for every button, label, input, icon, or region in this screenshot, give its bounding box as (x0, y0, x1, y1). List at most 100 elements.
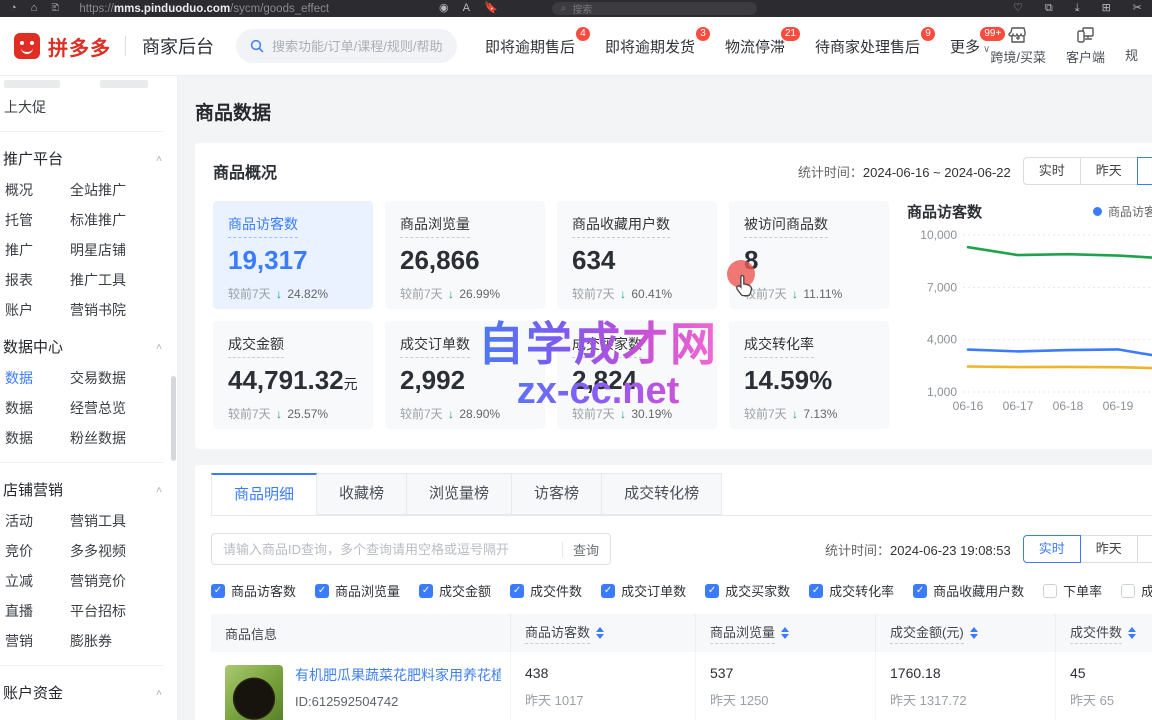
sidebar-item[interactable]: 营销 (0, 631, 70, 651)
sidebar-item[interactable]: 活动 (0, 511, 70, 531)
product-id-search[interactable]: 查询 (211, 533, 611, 565)
header-search[interactable] (236, 29, 457, 63)
sidebar-item-dacu[interactable]: 上大促 (0, 92, 177, 122)
sidebar-item[interactable]: 膨胀券 (70, 631, 177, 651)
download-icon[interactable]: ⤓ (1075, 3, 1080, 14)
metric-checkbox-6[interactable]: ✓成交买家数 (705, 581, 790, 600)
sidebar-item[interactable]: 明星店铺 (70, 240, 177, 260)
stat-card-1[interactable]: 商品访客数19,317较前7天 ↓ 24.82% (213, 201, 373, 309)
column-header-2[interactable]: 商品访客数 (511, 614, 696, 652)
chart-plot: 10,0007,0004,0001,00006-1606-1706-1806-1… (907, 222, 1152, 425)
nav-item-1[interactable]: 即将逾期售后4 (485, 36, 575, 57)
metric-checkbox-2[interactable]: ✓商品浏览量 (315, 581, 400, 600)
sidebar-item[interactable]: 平台招标 (70, 601, 177, 621)
sort-icon[interactable] (1128, 627, 1136, 639)
sidebar-item[interactable]: 全站推广 (70, 180, 177, 200)
tab-2[interactable]: 收藏榜 (317, 473, 407, 515)
column-header-3[interactable]: 商品浏览量 (696, 614, 876, 652)
sidebar-item[interactable]: 经营总览 (70, 398, 177, 418)
sidebar-item[interactable]: 推广 (0, 240, 70, 260)
browser-search[interactable]: ⌕搜索 (552, 2, 757, 15)
range-button-昨天[interactable]: 昨天 (1080, 535, 1138, 563)
stat-card-7[interactable]: 成交买家数2,824较前7天 ↓ 30.19% (557, 321, 717, 429)
sidebar-item[interactable]: 交易数据 (70, 368, 177, 388)
sidebar-item[interactable]: 竞价 (0, 541, 70, 561)
sort-icon[interactable] (970, 627, 978, 639)
stat-card-5[interactable]: 成交金额44,791.32元较前7天 ↓ 25.57% (213, 321, 373, 429)
sidebar-section-3[interactable]: 店铺营销∧ (0, 472, 177, 506)
sidebar-item[interactable]: 数据 (0, 428, 70, 448)
reader-icon[interactable]: A (463, 3, 470, 14)
tab-3[interactable]: 浏览量榜 (407, 473, 512, 515)
range-button-昨天[interactable]: 昨天 (1080, 157, 1138, 185)
product-id-input[interactable] (223, 542, 556, 557)
address-bar[interactable]: https://mms.pinduoduo.com/sycm/goods_eff… (79, 3, 329, 15)
nav-item-5[interactable]: 更多∨99+ (950, 36, 990, 57)
page-icon[interactable]: 🗈 (51, 3, 59, 14)
favorites-icon[interactable]: ♡ (1013, 3, 1023, 14)
stat-card-6[interactable]: 成交订单数2,992较前7天 ↓ 28.90% (385, 321, 545, 429)
sort-icon[interactable] (596, 627, 604, 639)
tab-4[interactable]: 访客榜 (512, 473, 602, 515)
sidebar-item[interactable]: 数据 (0, 368, 70, 388)
logo[interactable]: 拼多多 商家后台 (14, 32, 214, 61)
product-image[interactable] (225, 665, 283, 720)
sidebar-item[interactable]: 营销竞价 (70, 571, 177, 591)
more-tools-icon[interactable]: ✂ (1133, 3, 1142, 14)
sidebar-section-1[interactable]: 推广平台∧ (0, 141, 177, 175)
sidebar-item[interactable]: 数据 (0, 398, 70, 418)
metric-checkbox-8[interactable]: ✓商品收藏用户数 (913, 581, 1024, 600)
column-header-4[interactable]: 成交金额(元) (876, 614, 1056, 652)
sidebar-section-4[interactable]: 账户资金∧ (0, 675, 177, 709)
sidebar-item[interactable]: 直播 (0, 601, 70, 621)
down-arrow-icon: ↓ (448, 287, 454, 301)
sidebar: 上大促 推广平台∧ 概况全站推广托管标准推广推广明星店铺报表推广工具账户营销书院数… (0, 76, 178, 720)
tab-1[interactable]: 商品明细 (211, 473, 317, 515)
range-button-实时[interactable]: 实时 (1023, 157, 1081, 185)
home-icon[interactable]: ⌂ (31, 3, 38, 14)
range-button-实时[interactable]: 实时 (1023, 535, 1081, 563)
extension-icon[interactable]: ◉ (439, 3, 449, 14)
stat-card-3[interactable]: 商品收藏用户数634较前7天 ↓ 60.41% (557, 201, 717, 309)
sidebar-item[interactable]: 营销工具 (70, 511, 177, 531)
sort-icon[interactable] (781, 627, 789, 639)
metric-checkbox-4[interactable]: ✓成交件数 (510, 581, 582, 600)
tab-5[interactable]: 成交转化榜 (602, 473, 722, 515)
sidebar-item[interactable]: 托管 (0, 210, 70, 230)
query-button[interactable]: 查询 (573, 540, 599, 559)
quick-link-2[interactable]: 客户端 (1066, 26, 1105, 66)
sidebar-item[interactable]: 立减 (0, 571, 70, 591)
sidebar-item[interactable]: 粉丝数据 (70, 428, 177, 448)
sidebar-item[interactable]: 报表 (0, 270, 70, 290)
product-title-link[interactable]: 有机肥瓜果蔬菜花肥料家用养花植... (295, 665, 501, 685)
column-header-5[interactable]: 成交件数 (1056, 614, 1152, 652)
range-button-7天[interactable]: 7天 (1137, 157, 1152, 185)
stat-card-8[interactable]: 成交转化率14.59%较前7天 ↓ 7.13% (729, 321, 889, 429)
header-search-input[interactable] (272, 39, 443, 54)
nav-item-2[interactable]: 即将逾期发货3 (605, 36, 695, 57)
sidebar-item[interactable]: 标准推广 (70, 210, 177, 230)
stat-card-4[interactable]: 被访问商品数8较前7天 ↓ 11.11% (729, 201, 889, 309)
bookmark-icon[interactable]: 🔖 (484, 3, 498, 14)
sidebar-item[interactable]: 推广工具 (70, 270, 177, 290)
metric-checkbox-10[interactable]: 成交率 (1121, 581, 1152, 600)
sidebar-section-2[interactable]: 数据中心∧ (0, 329, 177, 363)
quick-link-3[interactable]: 规 (1125, 45, 1138, 66)
nav-item-3[interactable]: 物流停滞21 (725, 36, 785, 57)
nav-item-4[interactable]: 待商家处理售后9 (815, 36, 920, 57)
sidebar-item[interactable]: 多多视频 (70, 541, 177, 561)
metric-checkbox-1[interactable]: ✓商品访客数 (211, 581, 296, 600)
stat-card-2[interactable]: 商品浏览量26,866较前7天 ↓ 26.99% (385, 201, 545, 309)
sidebar-item[interactable]: 概况 (0, 180, 70, 200)
sidebar-item[interactable]: 账户 (0, 300, 70, 320)
metric-checkbox-3[interactable]: ✓成交金额 (419, 581, 491, 600)
metric-checkbox-9[interactable]: 下单率 (1043, 581, 1102, 600)
split-screen-icon[interactable]: ⧉ (1045, 3, 1053, 14)
sidebar-item[interactable]: 营销书院 (70, 300, 177, 320)
metric-checkbox-7[interactable]: ✓成交转化率 (809, 581, 894, 600)
metric-checkbox-5[interactable]: ✓成交订单数 (601, 581, 686, 600)
reload-icon[interactable]: ◔ (10, 3, 17, 14)
apps-icon[interactable]: ⊞ (1102, 3, 1111, 14)
sidebar-scrollbar[interactable] (171, 376, 176, 461)
range-button-7天[interactable]: 7天 (1137, 535, 1152, 563)
